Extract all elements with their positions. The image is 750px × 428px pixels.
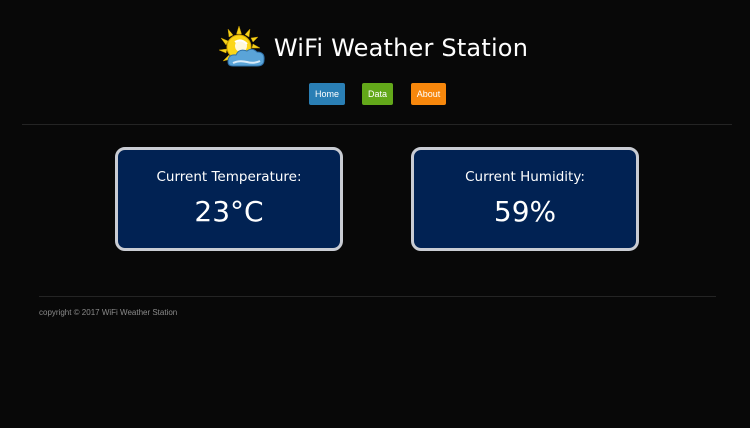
main-nav: Home Data About [0,83,750,105]
temperature-label: Current Temperature: [156,169,302,185]
temperature-value: 23°C [194,195,264,228]
humidity-value: 59% [493,195,557,228]
home-button[interactable]: Home [309,83,345,105]
copyright-text: copyright © 2017 WiFi Weather Station [39,308,178,317]
site-header: WiFi Weather Station [0,24,750,72]
header-divider [22,124,732,125]
data-button[interactable]: Data [362,83,393,105]
about-button[interactable]: About [411,83,446,105]
sun-cloud-icon [218,25,265,67]
page: WiFi Weather Station Home Data About Cur… [0,0,750,428]
humidity-label: Current Humidity: [465,169,585,185]
site-title: WiFi Weather Station [273,34,529,62]
humidity-card: Current Humidity: 59% [411,147,639,251]
footer-divider [39,296,716,297]
temperature-card: Current Temperature: 23°C [115,147,343,251]
